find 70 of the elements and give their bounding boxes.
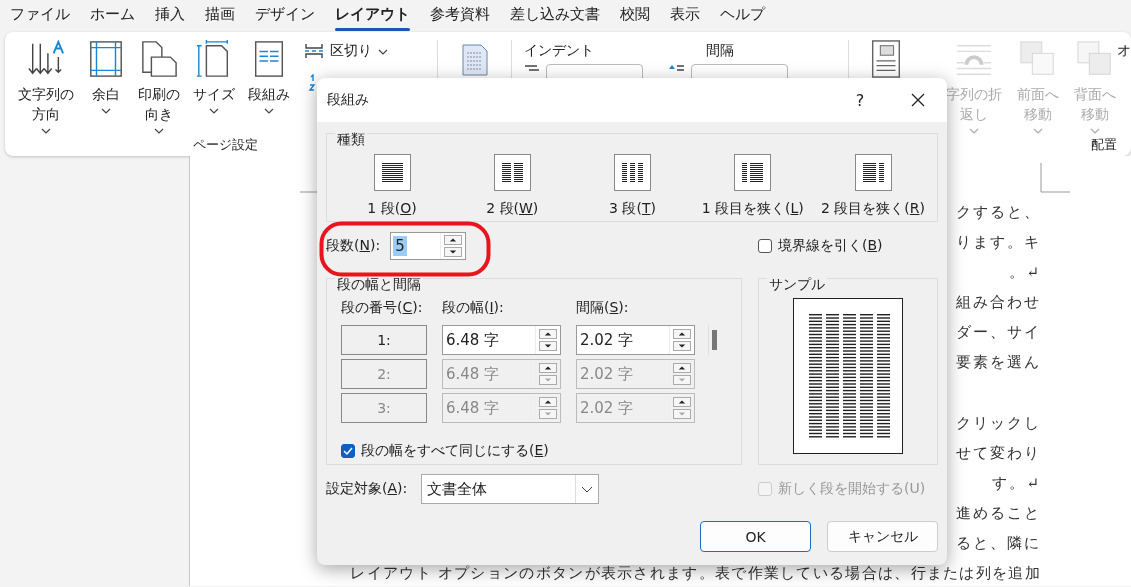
dialog-title: 段組み	[327, 91, 370, 109]
ribbon-tab[interactable]: ホーム	[80, 1, 145, 31]
document-text: クリックし	[956, 413, 1041, 434]
document-text: 進めること	[956, 503, 1041, 524]
ribbon-tab[interactable]: 差し込み文書	[500, 1, 610, 31]
checkbox-label: 段の幅をすべて同じにする(E)	[361, 442, 549, 460]
group-heading: インデント	[524, 42, 595, 60]
ribbon-button[interactable]: 余白	[82, 38, 130, 136]
preset-label: 1 段目を狭く(L)	[701, 200, 804, 218]
help-button[interactable]: ?	[840, 82, 880, 118]
column-header: 段の幅(I):	[442, 299, 505, 317]
group-label: ページ設定	[192, 136, 258, 154]
document-text: ると、隣に	[956, 533, 1041, 554]
column-number-field: 2:	[341, 359, 427, 389]
preset-label: 2 段(W)	[486, 200, 539, 218]
button-label: 字列の折 返し	[946, 85, 1002, 124]
column-number-field: 3:	[341, 393, 427, 423]
ribbon-tab[interactable]: 校閲	[610, 1, 660, 31]
group-legend: 種類	[335, 131, 367, 149]
cancel-button[interactable]: キャンセル	[827, 521, 938, 552]
group-legend: サンプル	[767, 276, 827, 294]
column-width-field[interactable]: 6.48 字	[442, 325, 561, 355]
document-text: ダー、サイ	[956, 322, 1041, 343]
group-legend: 段の幅と間隔	[335, 276, 423, 294]
button-label: オ	[1117, 41, 1131, 60]
button-label: サイズ	[193, 85, 235, 104]
preset-label: 2 段目を狭く(R)	[821, 200, 925, 218]
button-label: 背面へ 移動	[1074, 85, 1116, 124]
ribbon-tab[interactable]: 挿入	[145, 1, 195, 31]
document-text: 組み合わせ	[956, 292, 1041, 313]
column-header: 段の番号(C):	[341, 299, 424, 317]
ribbon-button[interactable]: オ	[1117, 38, 1131, 136]
button-label: 余白	[92, 85, 120, 104]
document-text: 。↵	[1009, 262, 1041, 283]
preset-label: 3 段(T)	[609, 200, 656, 218]
breaks-button[interactable]: 区切り	[302, 38, 390, 64]
ok-button[interactable]: OK	[700, 521, 811, 552]
column-count-field[interactable]: 5	[390, 232, 467, 260]
preset-label: 1 段(O)	[367, 200, 417, 218]
column-header: 間隔(S):	[576, 299, 630, 317]
ribbon-tab[interactable]: ファイル	[0, 1, 80, 31]
ribbon-tab[interactable]: 表示	[660, 1, 710, 31]
ribbon-button[interactable]: 印刷の 向き	[133, 38, 185, 136]
group-label: 配置	[1091, 136, 1117, 154]
group-heading: 間隔	[706, 42, 735, 60]
field-label: 段数(N):	[326, 237, 381, 255]
ribbon-tab[interactable]: 参考資料	[420, 1, 500, 31]
ribbon-tab[interactable]: レイアウト	[325, 1, 420, 31]
button-label: 段組み	[248, 85, 290, 104]
ribbon-tab[interactable]: ヘルプ	[710, 1, 775, 31]
button-label: 文字列の 方向	[18, 85, 74, 124]
document-text: 要素を選ん	[956, 352, 1041, 373]
field-label: 設定対象(A):	[326, 480, 408, 498]
button-label: 印刷の 向き	[138, 85, 180, 124]
ribbon-button[interactable]: 文字列の 方向	[13, 38, 79, 136]
document-text: す。↵	[992, 473, 1041, 494]
document-text: ります。キ	[956, 232, 1041, 253]
column-spacing-field[interactable]: 2.02 字	[576, 325, 695, 355]
button-label: 前面へ 移動	[1017, 85, 1059, 124]
checkbox-label: 新しく段を開始する(U)	[778, 480, 926, 498]
document-text: せて変わり	[956, 443, 1041, 464]
ribbon-button[interactable]: サイズ	[188, 38, 240, 136]
checkbox-label: 境界線を引く(B)	[778, 237, 883, 255]
ribbon-tab[interactable]: デザイン	[245, 1, 325, 31]
apply-to-dropdown[interactable]: 文書全体	[421, 474, 600, 504]
column-number-field: 1:	[341, 325, 427, 355]
document-text: レイアウト オプションのボタンが表示されます。表で作業している場合は、行または列を追加	[350, 563, 1041, 584]
document-text: クすると、	[956, 202, 1041, 223]
ribbon-button[interactable]: 段組み	[243, 38, 295, 136]
ribbon-tab[interactable]: 描画	[195, 1, 245, 31]
